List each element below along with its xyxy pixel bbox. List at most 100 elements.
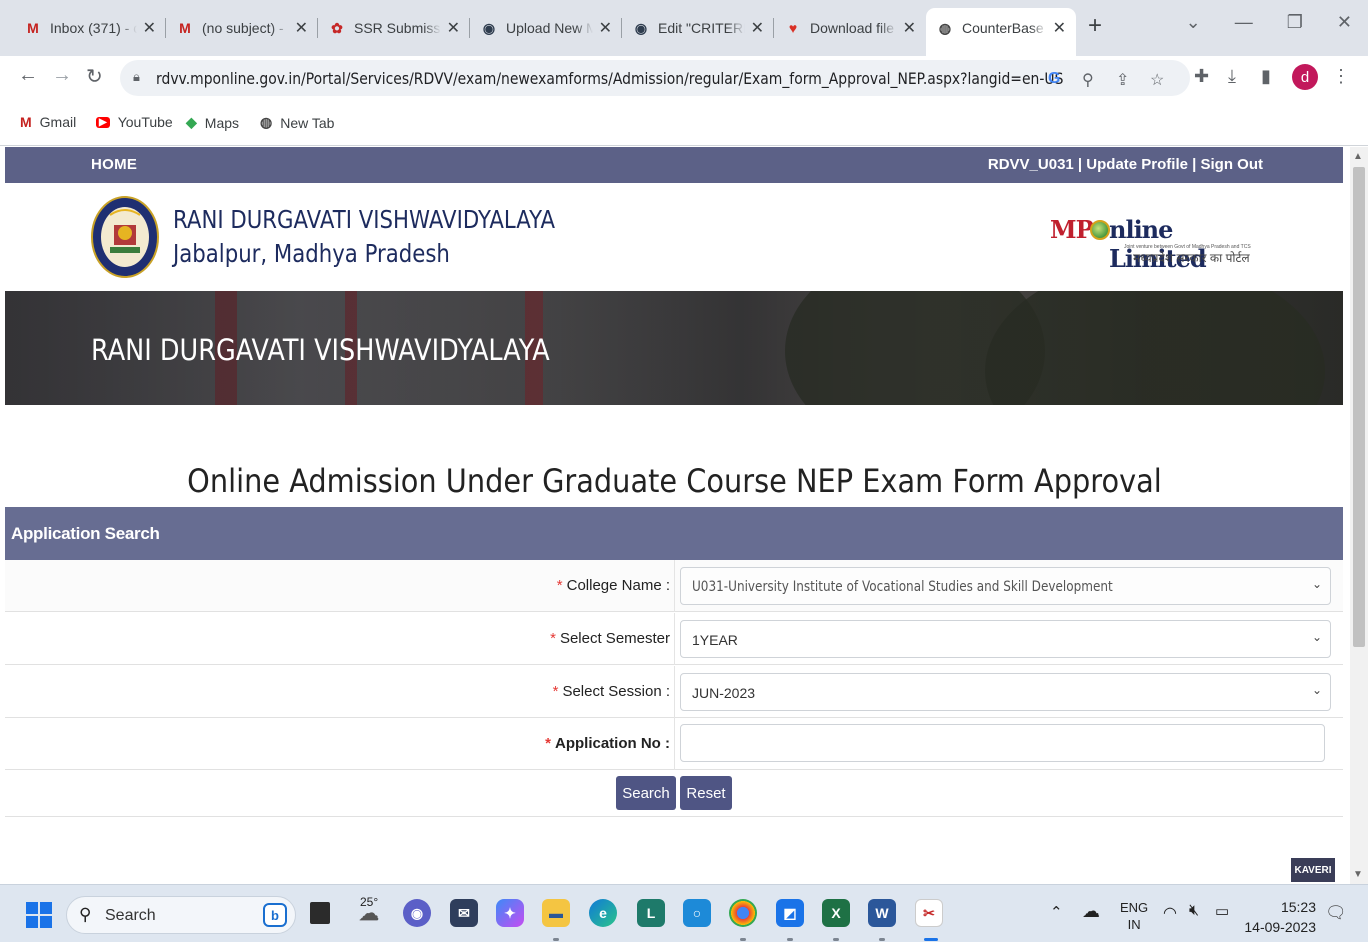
bing-icon[interactable]: b [263, 903, 287, 927]
gmail-icon: M [179, 20, 191, 36]
reload-icon[interactable]: ↻ [86, 64, 103, 89]
tab-title: Edit "CRITERIA [658, 20, 745, 36]
wifi-icon[interactable]: ◠ [1163, 903, 1177, 923]
google-translate-icon[interactable]: G [1048, 70, 1060, 88]
mail-icon[interactable]: ✉ [450, 899, 478, 927]
tab-edit-criteria[interactable]: ◉ Edit "CRITERIA ✕ [622, 8, 774, 48]
language-code: ENG [1120, 900, 1149, 915]
minimize-icon[interactable]: — [1235, 12, 1253, 33]
side-panel-icon[interactable]: ▮ [1261, 66, 1271, 87]
site-header: RANI DURGAVATI VISHWAVIDYALAYA Jabalpur,… [5, 183, 1343, 291]
libreoffice-icon[interactable]: L [637, 899, 665, 927]
close-window-icon[interactable]: ✕ [1337, 12, 1352, 33]
speaker-muted-icon[interactable]: 🔇︎ [1189, 902, 1199, 920]
close-tab-icon[interactable]: ✕ [599, 18, 612, 38]
close-tab-icon[interactable]: ✕ [903, 18, 916, 38]
url-text[interactable]: rdvv.mponline.gov.in/Portal/Services/RDV… [156, 69, 1063, 88]
application-no-label-text: Application No : [555, 735, 670, 752]
gmail-icon: M [20, 114, 32, 130]
application-no-label: * Application No : [545, 735, 670, 752]
session-select[interactable]: JUN-2023 ⌄ [680, 673, 1331, 711]
task-view-icon[interactable] [310, 902, 330, 924]
wordpress-icon: ◉ [482, 19, 496, 36]
share-icon[interactable]: ⇪ [1116, 70, 1129, 90]
windows-start-icon[interactable] [26, 902, 52, 928]
notification-icon[interactable]: 🗨︎ [1325, 903, 1347, 923]
page-scrollbar[interactable]: ▲ ▼ [1350, 147, 1368, 884]
close-tab-icon[interactable]: ✕ [751, 18, 764, 38]
photos-icon[interactable]: ◩ [776, 899, 804, 927]
word-icon[interactable]: W [868, 899, 896, 927]
tab-counterbase[interactable]: ◍ CounterBase / ✕ [926, 8, 1076, 56]
college-name-select[interactable]: U031-University Institute of Vocational … [680, 567, 1331, 605]
browser-tab-strip: M Inbox (371) - c ✕ M (no subject) - ✕ ✿… [0, 0, 1368, 56]
semester-select[interactable]: 1YEAR ⌄ [680, 620, 1331, 658]
tab-download-file[interactable]: ♥ Download file ✕ [774, 8, 926, 48]
edge-browser-icon[interactable]: e [589, 899, 617, 927]
teams-chat-icon[interactable]: ◉ [403, 899, 431, 927]
tab-search-icon[interactable]: ⌄ [1186, 12, 1201, 33]
profile-avatar[interactable]: d [1292, 64, 1318, 90]
bookmark-star-icon[interactable]: ☆ [1150, 70, 1164, 90]
search-button[interactable]: Search [616, 776, 676, 810]
panel-header: Application Search [5, 507, 1343, 560]
tab-title: Inbox (371) - c [50, 20, 137, 36]
bookmark-maps[interactable]: ◆ Maps [186, 114, 239, 131]
bookmark-gmail[interactable]: M Gmail [20, 114, 76, 130]
cortana-icon[interactable]: ○ [683, 899, 711, 927]
battery-icon[interactable]: ▭ [1215, 902, 1229, 920]
required-mark: * [556, 577, 563, 594]
close-tab-icon[interactable]: ✕ [447, 18, 460, 38]
scroll-up-icon[interactable]: ▲ [1353, 151, 1363, 162]
menu-kebab-icon[interactable]: ⋮ [1332, 66, 1350, 87]
file-explorer-icon[interactable]: ▬ [542, 899, 570, 927]
chevron-down-icon: ⌄ [1311, 630, 1322, 644]
maps-icon: ◆ [186, 114, 197, 130]
back-arrow-icon[interactable]: ← [18, 64, 38, 87]
input-language-indicator[interactable]: ENG IN [1120, 899, 1148, 933]
system-clock[interactable]: 15:23 14-09-2023 [1244, 897, 1316, 937]
zoom-icon[interactable]: ⚲ [1082, 70, 1094, 90]
forward-arrow-icon[interactable]: → [52, 64, 72, 87]
chevron-down-icon: ⌄ [1311, 683, 1322, 697]
required-mark: * [545, 735, 551, 752]
tab-upload-new[interactable]: ◉ Upload New M ✕ [470, 8, 622, 48]
tab-no-subject[interactable]: M (no subject) - ✕ [166, 8, 318, 48]
home-link[interactable]: HOME [91, 156, 137, 173]
taskbar-search-box[interactable]: ⚲ Search b [66, 896, 296, 934]
excel-icon[interactable]: X [822, 899, 850, 927]
windows-taskbar: ⚲ Search b ☁ 25° ◉ ✉ ✦ ▬ e L ○ ◩ X W ✂ ⌃… [0, 884, 1368, 942]
address-bar[interactable]: 🔒︎ rdvv.mponline.gov.in/Portal/Services/… [120, 60, 1190, 96]
user-account-links[interactable]: RDVV_U031 | Update Profile | Sign Out [988, 156, 1263, 173]
reset-button[interactable]: Reset [680, 776, 732, 810]
extensions-icon[interactable]: ✚ [1194, 66, 1209, 87]
kaveri-badge[interactable]: KAVERI [1291, 858, 1335, 882]
scrollbar-thumb[interactable] [1353, 167, 1365, 647]
globe-icon: ◍ [260, 114, 273, 130]
bookmark-new-tab[interactable]: ◍ New Tab [260, 114, 334, 131]
tab-title: SSR Submissio [354, 20, 441, 36]
clock-time: 15:23 [1280, 899, 1316, 915]
page-title-text: Online Admission Under Graduate Course N… [186, 462, 1162, 500]
bookmark-label: New Tab [280, 114, 335, 131]
chevron-up-icon[interactable]: ⌃ [1050, 903, 1063, 921]
close-tab-icon[interactable]: ✕ [295, 18, 308, 38]
snipping-tool-icon[interactable]: ✂ [915, 899, 943, 927]
download-icon[interactable]: ⤓ [1228, 66, 1236, 87]
copilot-icon[interactable]: ✦ [496, 899, 524, 927]
banner-title: RANI DURGAVATI VISHWAVIDYALAYA [91, 333, 550, 367]
browser-toolbar: ← → ↻ 🔒︎ rdvv.mponline.gov.in/Portal/Ser… [0, 56, 1368, 100]
close-tab-icon[interactable]: ✕ [143, 18, 156, 38]
tab-inbox[interactable]: M Inbox (371) - c ✕ [14, 8, 166, 48]
scroll-down-icon[interactable]: ▼ [1353, 869, 1363, 880]
chrome-icon[interactable] [729, 899, 757, 927]
bookmark-youtube[interactable]: ▶ YouTube [96, 114, 173, 130]
restore-icon[interactable]: ❐ [1287, 12, 1303, 33]
new-tab-button[interactable]: + [1088, 12, 1102, 40]
application-no-input[interactable] [680, 724, 1325, 762]
tab-ssr-submission[interactable]: ✿ SSR Submissio ✕ [318, 8, 470, 48]
clock-date: 14-09-2023 [1244, 919, 1316, 935]
close-tab-icon[interactable]: ✕ [1053, 18, 1066, 38]
lock-icon[interactable]: 🔒︎ [133, 69, 140, 85]
onedrive-cloud-icon[interactable]: ☁ [1082, 901, 1100, 922]
